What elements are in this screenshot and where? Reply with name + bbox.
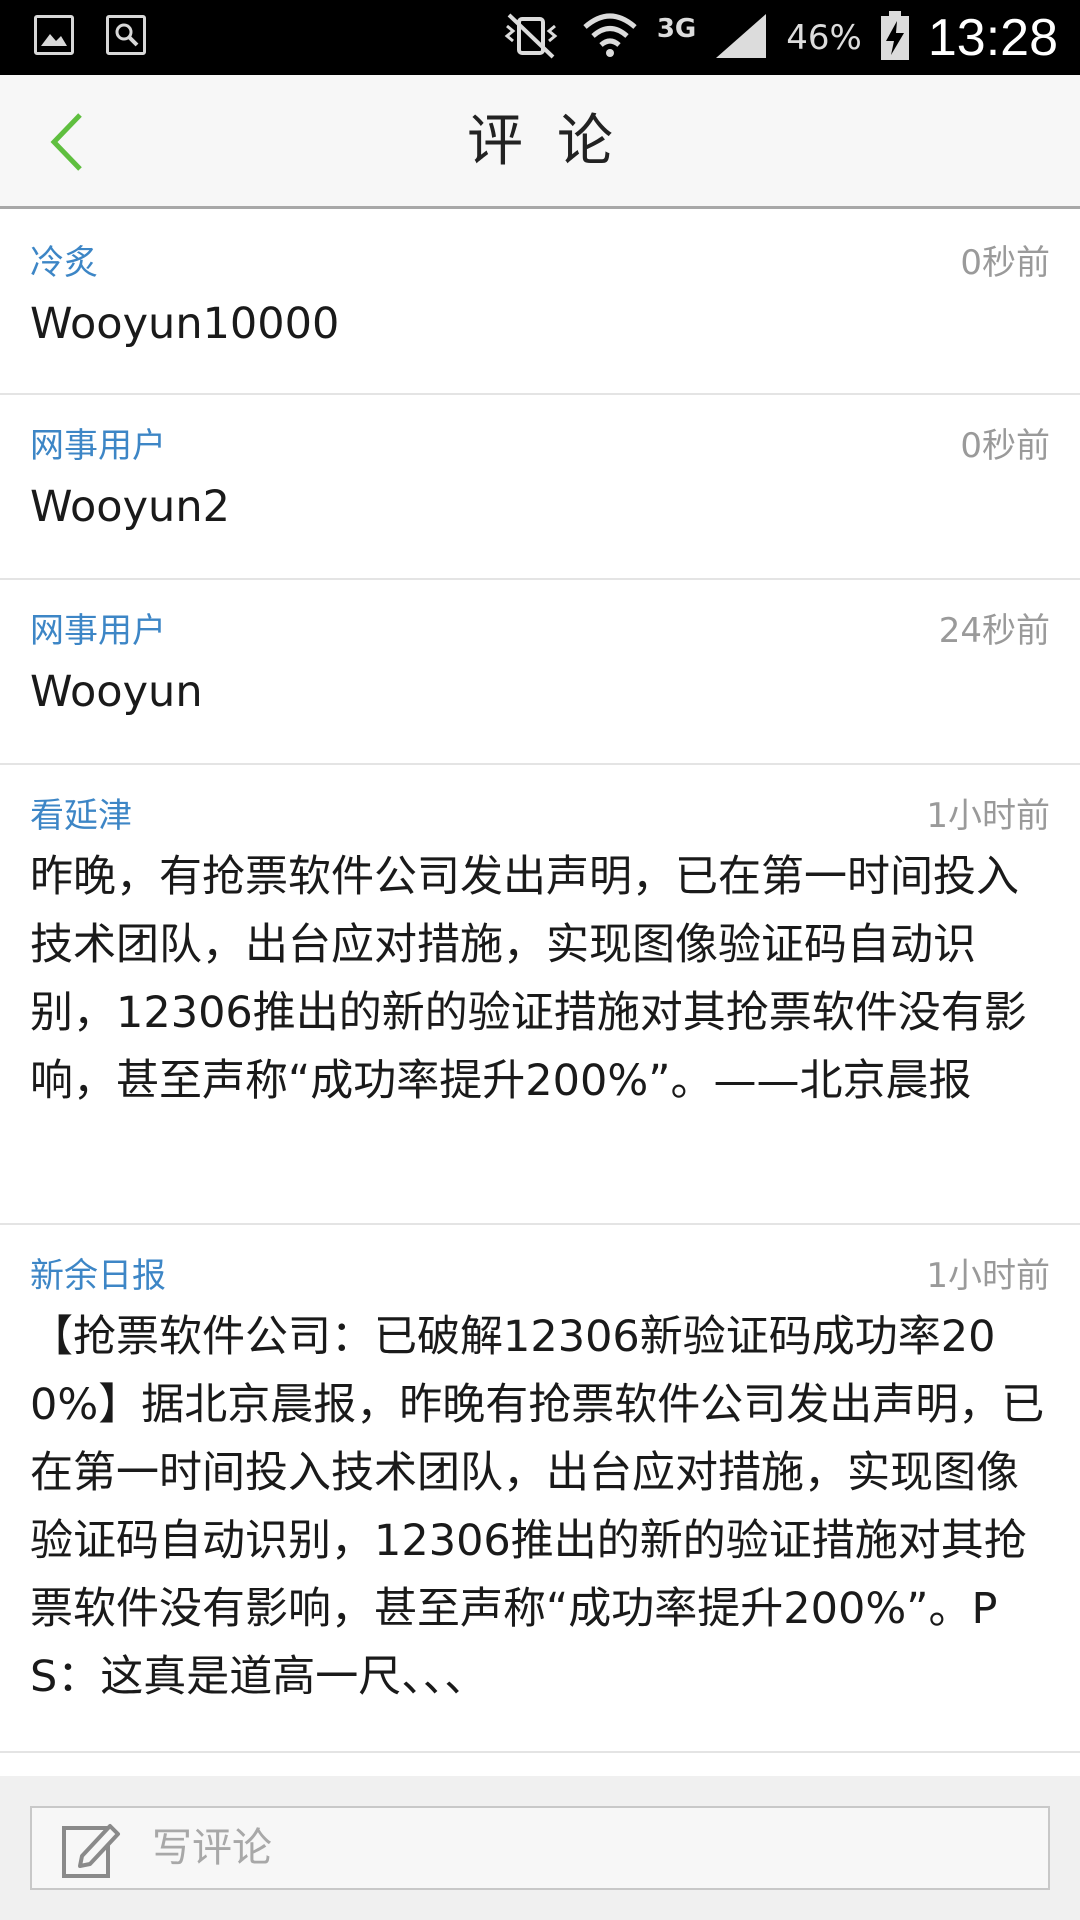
- comment-item[interactable]: 网事用户 24秒前 Wooyun: [0, 580, 1080, 765]
- comment-list: 冷炙 0秒前 Wooyun10000 网事用户 0秒前 Wooyun2 网事用户…: [0, 212, 1080, 1753]
- comment-text: 昨晚，有抢票软件公司发出声明，已在第一时间投入技术团队，出台应对措施，实现图像验…: [30, 852, 1027, 1106]
- vibrate-mute-icon: [499, 11, 563, 65]
- write-comment-placeholder: 写评论: [152, 1825, 272, 1871]
- status-bar: 3G 46% 13:28: [0, 0, 1080, 75]
- comment-author[interactable]: 看延津: [30, 793, 1050, 839]
- comment-time: 0秒前: [960, 426, 1050, 466]
- battery-percent: 46%: [786, 17, 862, 58]
- comment-text: 【抢票软件公司：已破解12306新验证码成功率200%】据北京晨报，昨晚有抢票软…: [30, 1312, 1045, 1702]
- write-comment-input[interactable]: 写评论: [30, 1806, 1050, 1890]
- gallery-notification-icon: [34, 15, 74, 55]
- comment-text: Wooyun: [30, 667, 203, 717]
- comment-item[interactable]: 冷炙 0秒前 Wooyun10000: [0, 212, 1080, 395]
- edit-icon: [62, 1824, 120, 1878]
- clock: 13:28: [927, 8, 1058, 67]
- comment-text: Wooyun10000: [30, 299, 340, 349]
- search-notification-icon: [106, 15, 146, 55]
- header: 评论: [0, 75, 1080, 209]
- battery-charging-icon: [880, 10, 910, 65]
- comment-author[interactable]: 网事用户: [30, 608, 1050, 654]
- comment-time: 0秒前: [960, 243, 1050, 283]
- signal-icon: [714, 12, 768, 64]
- comment-author[interactable]: 冷炙: [30, 240, 1050, 286]
- comment-item[interactable]: 网事用户 0秒前 Wooyun2: [0, 395, 1080, 580]
- comment-time: 1小时前: [926, 1256, 1050, 1296]
- wifi-icon: [581, 11, 639, 65]
- page-title: 评论: [467, 109, 647, 174]
- comment-item[interactable]: 新余日报 1小时前 【抢票软件公司：已破解12306新验证码成功率200%】据北…: [0, 1225, 1080, 1753]
- comment-author[interactable]: 网事用户: [30, 423, 1050, 469]
- comment-author[interactable]: 新余日报: [30, 1253, 1050, 1299]
- comment-text: Wooyun2: [30, 482, 230, 532]
- comment-item[interactable]: 看延津 1小时前 昨晚，有抢票软件公司发出声明，已在第一时间投入技术团队，出台应…: [0, 765, 1080, 1225]
- network-type: 3G: [656, 13, 697, 44]
- bottom-bar: 写评论: [0, 1776, 1080, 1920]
- comment-time: 1小时前: [926, 796, 1050, 836]
- comment-time: 24秒前: [938, 611, 1050, 651]
